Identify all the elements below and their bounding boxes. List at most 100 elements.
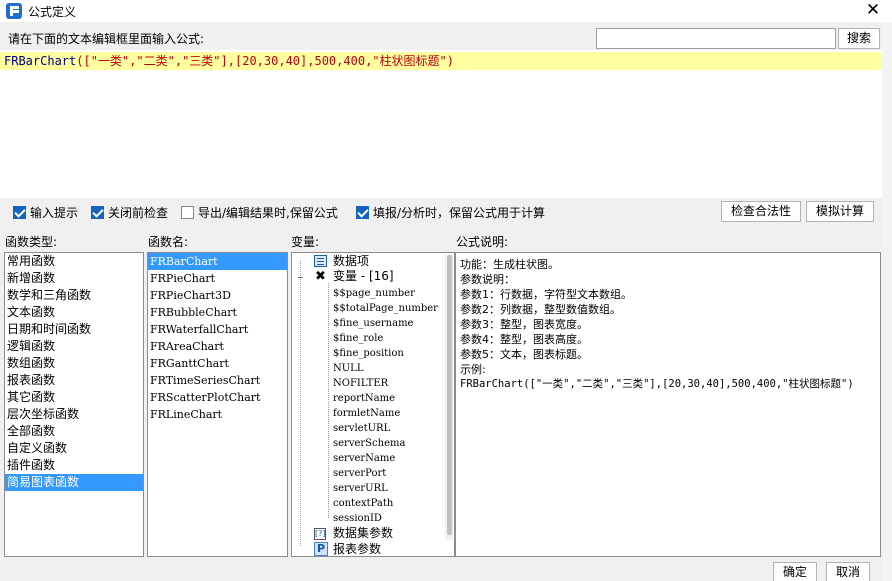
option-keep-formula-export[interactable]: 导出/编辑结果时,保留公式 <box>181 204 338 220</box>
func-type-list[interactable]: 常用函数 新增函数 数学和三角函数 文本函数 日期和时间函数 逻辑函数 数组函数 报表函数 其它… <box>4 252 144 557</box>
tree-leaf-variable[interactable]: serverSchema <box>333 436 405 451</box>
tree-leaf-variable[interactable]: serverPort <box>333 466 386 481</box>
collapse-icon[interactable]: − <box>296 273 305 282</box>
func-type-item[interactable]: 报表函数 <box>5 372 143 389</box>
token-function: FRBarChart <box>4 54 77 68</box>
description-example: FRBarChart(["一类","二类","三类"],[20,30,40],5… <box>460 378 854 390</box>
func-name-item[interactable]: FRGanttChart <box>148 355 287 372</box>
description-line: 参数5：文本，图表标题。 <box>460 348 588 361</box>
func-type-item[interactable]: 文本函数 <box>5 304 143 321</box>
func-type-item[interactable]: 简易图表函数 <box>5 474 143 491</box>
func-type-item[interactable]: 日期和时间函数 <box>5 321 143 338</box>
func-name-item[interactable]: FRPieChart <box>148 270 287 287</box>
func-name-item[interactable]: FRTimeSeriesChart <box>148 372 287 389</box>
func-name-item[interactable]: FRAreaChart <box>148 338 287 355</box>
func-name-item[interactable]: FRWaterfallChart <box>148 321 287 338</box>
option-keep-formula-fill[interactable]: 填报/分析时，保留公式用于计算 <box>356 204 545 220</box>
token-punctuation: ) <box>446 54 454 68</box>
simulate-button[interactable]: 模拟计算 <box>806 201 874 222</box>
func-type-item[interactable]: 数学和三角函数 <box>5 287 143 304</box>
variable-icon: ✖ <box>315 269 326 284</box>
func-type-item[interactable]: 常用函数 <box>5 253 143 270</box>
tree-leaf-variable[interactable]: formletName <box>333 406 400 421</box>
description-line: 参数3：整型，图表宽度。 <box>460 318 588 331</box>
tree-node-data-items[interactable]: 数据项 <box>333 254 369 269</box>
func-type-item[interactable]: 全部函数 <box>5 423 143 440</box>
func-type-item[interactable]: 逻辑函数 <box>5 338 143 355</box>
func-name-item[interactable]: FRLineChart <box>148 406 287 423</box>
tree-guide <box>328 283 329 518</box>
token-string: "三类" <box>182 54 221 68</box>
description-line: 功能：生成柱状图。 <box>460 258 559 271</box>
dataset-param-icon: [?] <box>314 528 326 540</box>
option-label: 导出/编辑结果时,保留公式 <box>198 205 338 220</box>
func-type-item[interactable]: 其它函数 <box>5 389 143 406</box>
tree-leaf-variable[interactable]: $$page_number <box>333 286 415 301</box>
func-type-item[interactable]: 层次坐标函数 <box>5 406 143 423</box>
tree-leaf-variable[interactable]: contextPath <box>333 496 393 511</box>
cancel-button[interactable]: 取消 <box>826 562 870 581</box>
variables-label: 变量: <box>291 235 320 249</box>
tree-node-report-params[interactable]: 报表参数 <box>333 542 381 556</box>
token-string: "柱状图标题" <box>372 54 447 68</box>
description-line: 参数2：列数据，整型数值数组。 <box>460 303 621 316</box>
option-label: 输入提示 <box>30 205 79 220</box>
option-label: 关闭前检查 <box>108 205 169 220</box>
token-string: "二类" <box>136 54 175 68</box>
func-name-label: 函数名: <box>148 235 189 249</box>
tree-leaf-variable[interactable]: servletURL <box>333 421 390 436</box>
func-name-item[interactable]: FRPieChart3D <box>148 287 287 304</box>
func-name-item[interactable]: FRScatterPlotChart <box>148 389 287 406</box>
func-type-item[interactable]: 新增函数 <box>5 270 143 287</box>
checkbox-check-before-close[interactable] <box>91 205 104 219</box>
variables-scroll-thumb[interactable] <box>447 255 452 535</box>
ok-button[interactable]: 确定 <box>773 562 817 581</box>
token-number: 500 <box>314 54 337 68</box>
tree-leaf-variable[interactable]: serverURL <box>333 481 388 496</box>
func-name-item[interactable]: FRBarChart <box>148 253 287 270</box>
app-logo-icon <box>6 3 22 19</box>
variables-tree[interactable]: 数据项 − ✖ 变量 - [16] $$page_number $$totalPa… <box>291 252 455 557</box>
func-type-item[interactable]: 数组函数 <box>5 355 143 372</box>
checkbox-keep-formula-export[interactable] <box>181 205 194 219</box>
close-button[interactable]: ✕ <box>864 0 882 20</box>
report-param-icon: P <box>314 542 328 556</box>
tree-leaf-variable[interactable]: serverName <box>333 451 395 466</box>
background-window-edge <box>882 22 892 581</box>
tree-leaf-variable[interactable]: sessionID <box>333 511 382 526</box>
option-label: 填报/分析时，保留公式用于计算 <box>373 205 546 220</box>
tree-leaf-variable[interactable]: $fine_position <box>333 346 404 361</box>
search-input[interactable] <box>596 28 836 49</box>
editor-prompt-label: 请在下面的文本编辑框里面输入公式: <box>8 32 205 46</box>
checkbox-keep-formula-fill[interactable] <box>356 205 369 219</box>
description-line: 示例: <box>460 363 486 376</box>
func-name-list[interactable]: FRBarChart FRPieChart FRPieChart3D FRBubble… <box>147 252 288 557</box>
check-validity-button[interactable]: 检查合法性 <box>721 201 801 222</box>
description-label: 公式说明: <box>456 235 509 249</box>
func-name-item[interactable]: FRBubbleChart <box>148 304 287 321</box>
token-number: 400 <box>343 54 366 68</box>
editor-current-line[interactable]: FRBarChart(["一类","二类","三类"],[20,30,40],5… <box>0 52 882 70</box>
tree-leaf-variable[interactable]: NULL <box>333 361 363 376</box>
token-punctuation: ([ <box>76 54 91 68</box>
tree-node-variables[interactable]: 变量 - [16] <box>333 269 394 284</box>
func-type-item[interactable]: 插件函数 <box>5 457 143 474</box>
tree-leaf-variable[interactable]: $fine_username <box>333 316 413 331</box>
search-button[interactable]: 搜索 <box>838 28 880 49</box>
database-icon <box>314 255 327 267</box>
formula-editor[interactable]: FRBarChart(["一类","二类","三类"],[20,30,40],5… <box>0 50 882 198</box>
token-string: "一类" <box>90 54 130 68</box>
func-type-item[interactable]: 自定义函数 <box>5 440 143 457</box>
description-panel: 功能：生成柱状图。 参数说明： 参数1：行数据，字符型文本数组。 参数2：列数据，整型… <box>455 252 881 557</box>
tree-leaf-variable[interactable]: $$totalPage_number <box>333 301 438 316</box>
tree-leaf-variable[interactable]: $fine_role <box>333 331 383 346</box>
option-input-hint[interactable]: 输入提示 <box>13 204 78 220</box>
tree-leaf-variable[interactable]: NOFILTER <box>333 376 388 391</box>
description-line: 参数说明： <box>460 273 515 286</box>
token-punctuation: , <box>174 54 183 68</box>
checkbox-input-hint[interactable] <box>13 205 26 219</box>
option-check-before-close[interactable]: 关闭前检查 <box>91 204 168 220</box>
tree-node-dataset-params[interactable]: 数据集参数 <box>333 526 393 541</box>
window-title: 公式定义 <box>28 5 77 19</box>
tree-leaf-variable[interactable]: reportName <box>333 391 395 406</box>
